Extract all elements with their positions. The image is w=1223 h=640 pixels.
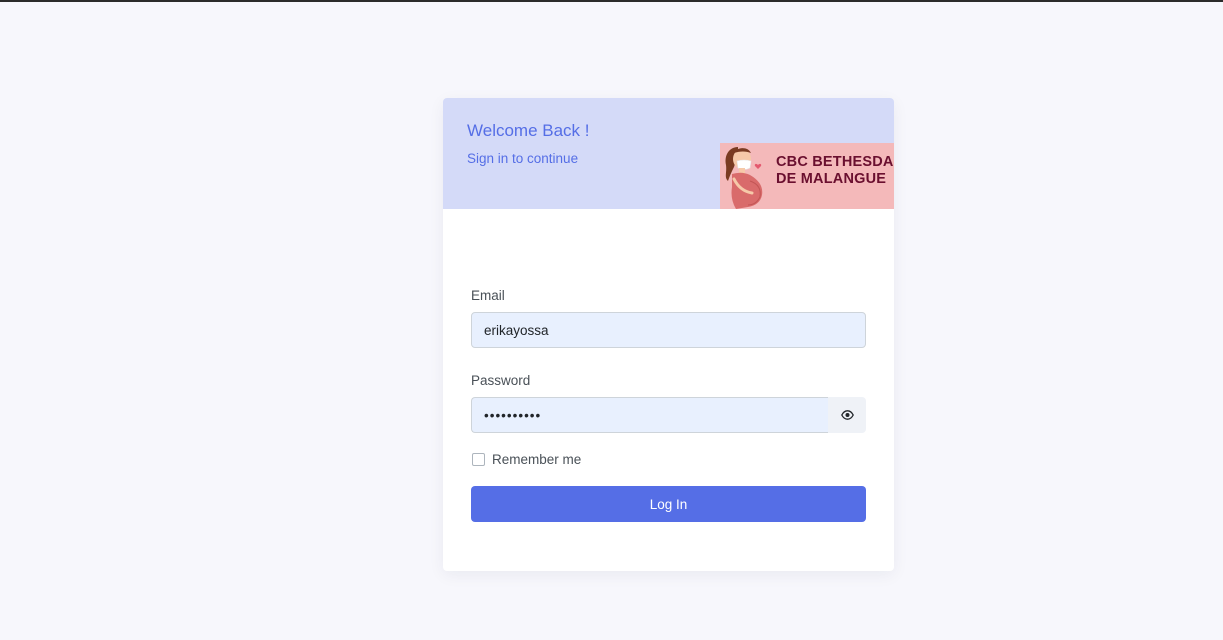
email-label: Email (471, 288, 505, 303)
brand-line-1: CBC BETHESDA (776, 154, 894, 170)
pregnant-woman-illustration (725, 147, 763, 209)
login-card: Welcome Back ! Sign in to continue CBC B… (443, 98, 894, 571)
window-top-border (0, 0, 1223, 2)
password-field[interactable] (471, 397, 828, 433)
welcome-title: Welcome Back ! (467, 121, 590, 140)
welcome-subtitle: Sign in to continue (467, 151, 579, 166)
remember-label[interactable]: Remember me (492, 452, 581, 467)
card-header: Welcome Back ! Sign in to continue CBC B… (443, 98, 894, 209)
brand-line-2: DE MALANGUE (776, 171, 887, 187)
login-form: Email Password Remember me Log In (471, 288, 866, 522)
login-button[interactable]: Log In (471, 486, 866, 522)
show-password-button[interactable] (828, 397, 866, 433)
remember-row: Remember me (471, 451, 866, 467)
email-field[interactable] (471, 312, 866, 348)
password-label: Password (471, 373, 531, 388)
brand-banner: CBC BETHESDA DE MALANGUE (720, 143, 894, 209)
password-group (471, 397, 866, 433)
remember-checkbox[interactable] (472, 452, 485, 466)
brand-name: CBC BETHESDA DE MALANGUE (776, 154, 894, 188)
eye-icon (840, 410, 854, 420)
